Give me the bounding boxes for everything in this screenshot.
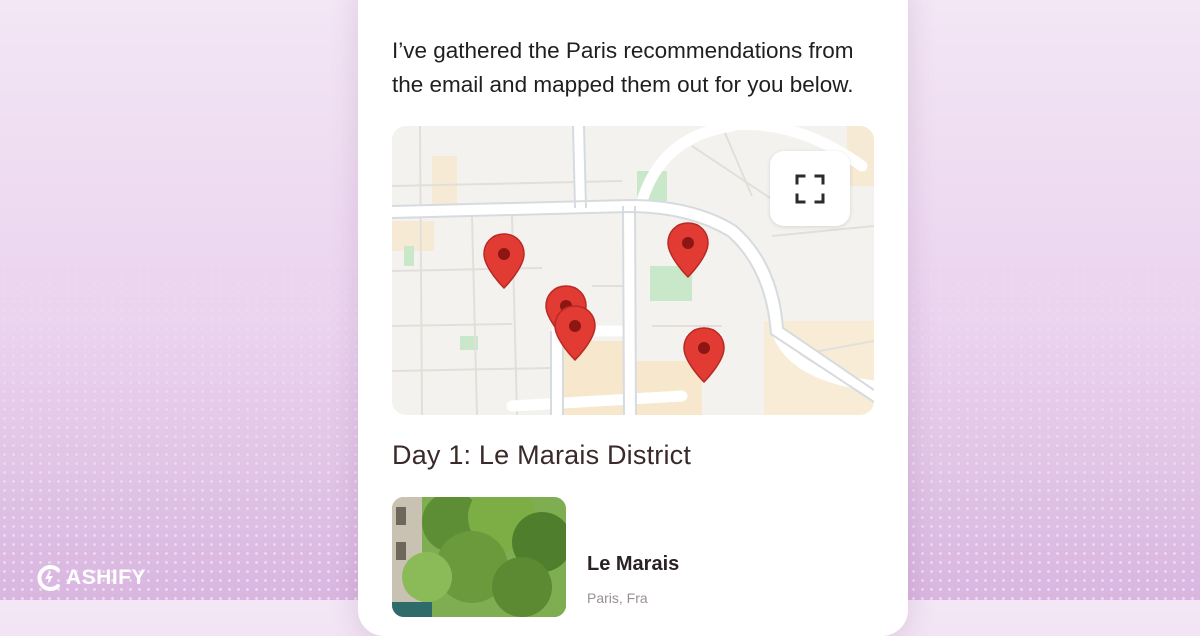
cashify-logo-icon — [37, 565, 60, 591]
day-heading: Day 1: Le Marais District — [392, 440, 692, 470]
map-pin-icon — [683, 327, 725, 384]
place-location: Paris, Fra — [587, 590, 648, 606]
map-view[interactable] — [392, 126, 874, 415]
assistant-message-line: the email and mapped them out for you be… — [392, 72, 854, 97]
place-name[interactable]: Le Marais — [587, 553, 679, 576]
fullscreen-icon — [795, 174, 825, 203]
assistant-message: I’ve gathered the Paris recommendations … — [392, 34, 892, 102]
expand-map-button[interactable] — [770, 151, 850, 226]
map-pin-icon — [554, 305, 596, 362]
place-photo[interactable] — [392, 497, 566, 617]
map-pin-icon — [667, 222, 709, 279]
tree-photo-illustration — [392, 497, 566, 617]
watermark-logo: ASHIFY — [34, 563, 146, 593]
map-pin-marker[interactable] — [553, 304, 597, 362]
watermark-brand-text: ASHIFY — [66, 566, 147, 589]
assistant-message-line: I’ve gathered the Paris recommendations … — [392, 38, 854, 63]
map-pin-icon — [483, 233, 525, 290]
map-pin-marker[interactable] — [666, 221, 710, 279]
map-pin-marker[interactable] — [682, 326, 726, 384]
map-pin-marker[interactable] — [482, 232, 526, 290]
